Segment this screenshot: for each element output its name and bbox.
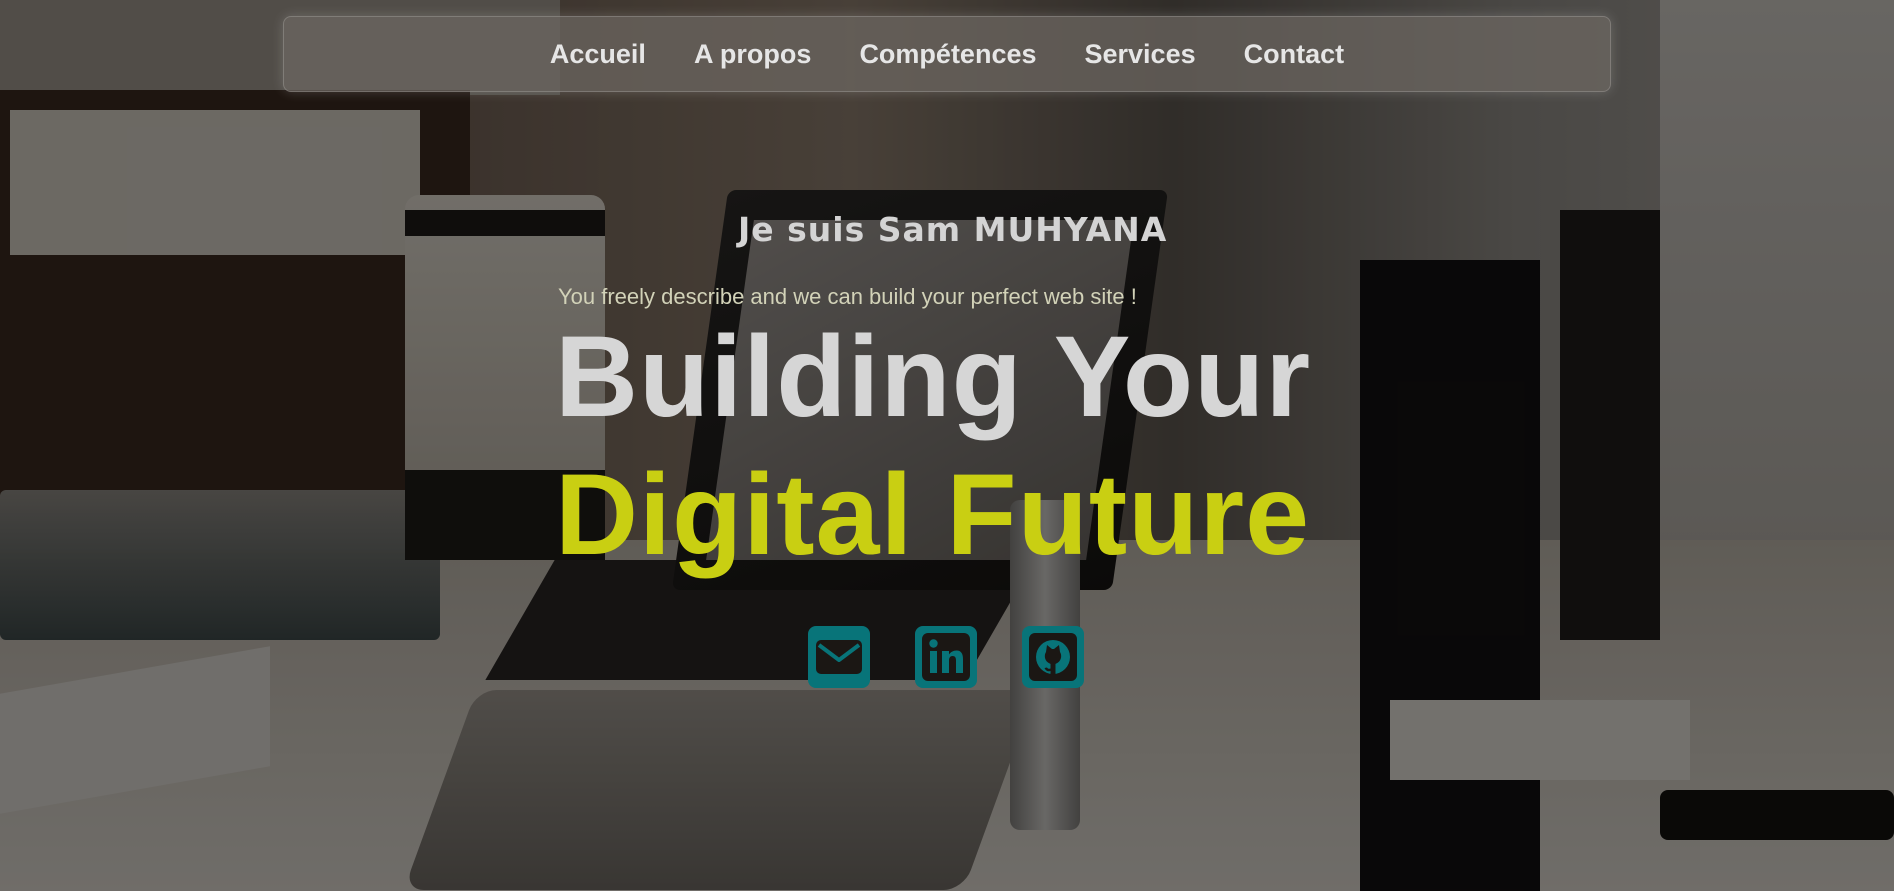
nav-link-a-propos[interactable]: A propos (694, 39, 812, 70)
hero-title-line2: Digital Future (555, 451, 1311, 579)
nav-link-accueil[interactable]: Accueil (550, 39, 646, 70)
background-photo (0, 0, 1894, 891)
main-navigation: Accueil A propos Compétences Services Co… (283, 16, 1611, 92)
nav-link-services[interactable]: Services (1085, 39, 1196, 70)
linkedin-link-button[interactable] (915, 626, 977, 688)
linkedin-icon (922, 633, 970, 681)
envelope-icon (816, 640, 862, 674)
github-icon (1029, 633, 1077, 681)
intro-heading: Je suis Sam MUHYANA (738, 210, 1168, 249)
hero-tagline: You freely describe and we can build you… (558, 284, 1137, 309)
hero-title-line1: Building Your (555, 313, 1312, 441)
social-links (808, 626, 1084, 688)
nav-link-contact[interactable]: Contact (1244, 39, 1345, 70)
github-link-button[interactable] (1022, 626, 1084, 688)
email-link-button[interactable] (808, 626, 870, 688)
nav-link-competences[interactable]: Compétences (859, 39, 1036, 70)
